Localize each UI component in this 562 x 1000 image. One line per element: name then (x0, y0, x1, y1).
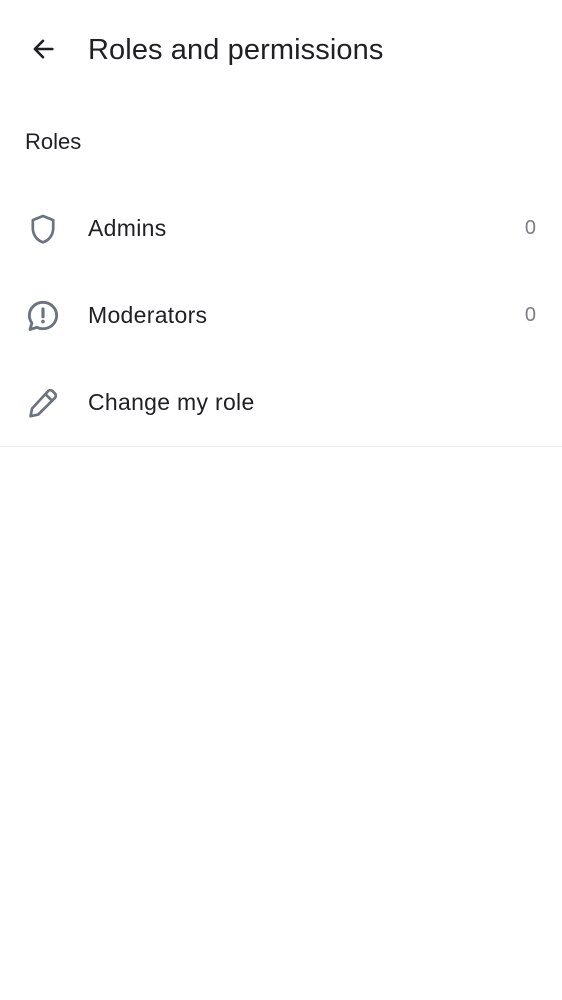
admins-count: 0 (524, 217, 536, 239)
list-divider (0, 446, 562, 447)
change-my-role-label: Change my role (88, 389, 255, 415)
pencil-icon (24, 384, 62, 422)
roles-list: Admins 0 Moderators 0 Change my role (0, 185, 562, 446)
top-bar: Roles and permissions (0, 0, 562, 100)
admins-label: Admins (88, 215, 167, 241)
moderators-row[interactable]: Moderators 0 (0, 272, 562, 359)
app-screen: Roles and permissions Roles Admins 0 Mod… (0, 0, 562, 1000)
roles-section-header: Roles (25, 129, 82, 154)
moderators-count: 0 (524, 304, 536, 326)
back-button[interactable] (22, 28, 64, 70)
shield-icon (24, 210, 62, 248)
change-my-role-row[interactable]: Change my role (0, 359, 562, 446)
page-title: Roles and permissions (88, 34, 384, 66)
alert-message-icon (24, 297, 62, 335)
arrow-left-icon (29, 35, 57, 63)
moderators-label: Moderators (88, 302, 208, 328)
admins-row[interactable]: Admins 0 (0, 185, 562, 272)
